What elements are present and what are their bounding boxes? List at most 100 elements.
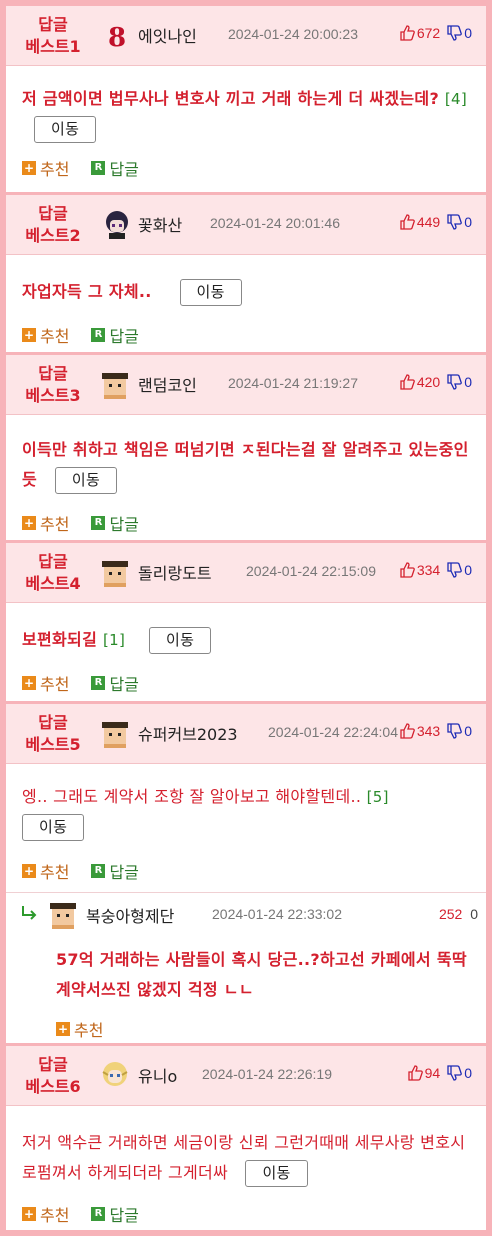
user-nickname[interactable]: 꽃화산 xyxy=(138,212,182,236)
plus-icon: + xyxy=(22,328,36,342)
best-comment-6: 답글 베스트6 유니o 2024-01-24 22:26:19 94 0 저거 … xyxy=(6,1046,486,1230)
up-count: 334 xyxy=(416,562,441,578)
comment-body: 저거 액수큰 거래하면 세금이랑 신뢰 그런거때매 세무사랑 변호시로펌껴서 하… xyxy=(22,1128,472,1188)
thumbs-up-icon[interactable] xyxy=(399,214,415,230)
vote-counts: 334 0 xyxy=(399,562,472,578)
plus-icon: + xyxy=(22,516,36,530)
comment-header: 답글 베스트4 돌리랑도트 2024-01-24 22:15:09 334 0 xyxy=(6,543,486,603)
comment-text: 엥.. 그래도 계약서 조항 잘 알아보고 해야할텐데.. xyxy=(22,787,362,806)
comment-text: 저거 액수큰 거래하면 세금이랑 신뢰 그런거때매 세무사랑 변호시로펌껴서 하… xyxy=(22,1133,466,1182)
reply-label: 답글 xyxy=(109,863,139,882)
up-count: 343 xyxy=(416,723,441,739)
badge-line: 베스트4 xyxy=(25,574,81,593)
move-button[interactable]: 이동 xyxy=(34,116,97,143)
reply-button[interactable]: R 답글 xyxy=(91,511,139,535)
comment-date: 2024-01-24 20:00:23 xyxy=(228,26,358,42)
thumbs-down-icon[interactable] xyxy=(446,25,463,41)
comment-actions: + 추천 R 답글 xyxy=(22,859,139,883)
best-badge: 답글 베스트3 xyxy=(8,363,98,407)
down-count: 0 xyxy=(464,374,472,390)
thumbs-up-icon[interactable] xyxy=(399,562,415,578)
comment-date: 2024-01-24 22:24:04 xyxy=(268,724,398,740)
recommend-label: 추천 xyxy=(40,515,70,534)
thumbs-up-icon[interactable] xyxy=(399,723,415,739)
comment-text: 저 금액이면 법무사나 변호사 끼고 거래 하는게 더 싸겠는데? xyxy=(22,89,440,108)
reply-label: 답글 xyxy=(109,515,139,534)
vote-counts: 449 0 xyxy=(399,214,472,230)
plus-icon: + xyxy=(22,864,36,878)
thumbs-down-icon[interactable] xyxy=(446,1065,463,1081)
reply-label: 답글 xyxy=(109,160,139,179)
thumbs-down-icon[interactable] xyxy=(446,562,463,578)
best-comment-2: 답글 베스트2 꽃화산 2024-01-24 20:01:46 449 0 자업… xyxy=(6,195,486,352)
reply-button[interactable]: R 답글 xyxy=(91,859,139,883)
comment-date: 2024-01-24 20:01:46 xyxy=(210,215,340,231)
down-count: 0 xyxy=(464,723,472,739)
recommend-button[interactable]: + 추천 xyxy=(56,1017,103,1041)
recommend-button[interactable]: + 추천 xyxy=(22,511,69,535)
recommend-label: 추천 xyxy=(40,160,70,179)
up-count: 449 xyxy=(416,214,441,230)
vote-counts: 252 0 xyxy=(439,906,478,922)
down-count: 0 xyxy=(464,1065,472,1081)
move-button[interactable]: 이동 xyxy=(54,467,118,494)
comment-body: 이득만 취하고 책임은 떠넘기면 ㅈ된다는걸 잘 알려주고 있는중인듯 이동 xyxy=(22,435,472,495)
reply-label: 답글 xyxy=(109,1206,139,1225)
anime-avatar-icon xyxy=(106,211,128,239)
badge-line: 베스트3 xyxy=(25,386,81,405)
move-button[interactable]: 이동 xyxy=(179,279,242,306)
blonde-avatar-icon xyxy=(102,1062,128,1086)
plus-icon: + xyxy=(22,1207,36,1221)
user-nickname[interactable]: 복숭아형제단 xyxy=(86,903,174,927)
comment-body: 자업자득 그 자체.. 이동 xyxy=(22,277,472,307)
best-comment-4: 답글 베스트4 돌리랑도트 2024-01-24 22:15:09 334 0 … xyxy=(6,543,486,701)
best-badge: 답글 베스트4 xyxy=(8,551,98,595)
comment-actions: + 추천 R 답글 xyxy=(22,671,139,695)
reply-button[interactable]: R 답글 xyxy=(91,323,139,347)
comment-header: 답글 베스트2 꽃화산 2024-01-24 20:01:46 449 0 xyxy=(6,195,486,255)
comment-actions: + 추천 R 답글 xyxy=(22,1202,139,1226)
reply-actions: + 추천 xyxy=(56,1017,103,1041)
comment-body: 보편화되길 [1] 이동 xyxy=(22,625,472,655)
reply-r-icon: R xyxy=(91,161,106,175)
reply-button[interactable]: R 답글 xyxy=(91,671,139,695)
comment-header: 답글 베스트3 랜덤코인 2024-01-24 21:19:27 420 0 xyxy=(6,355,486,415)
thumbs-up-icon[interactable] xyxy=(407,1065,423,1081)
user-nickname[interactable]: 랜덤코인 xyxy=(138,372,197,396)
comment-list: 답글 베스트1 8 에잇나인 2024-01-24 20:00:23 672 0… xyxy=(6,6,486,1230)
reply-button[interactable]: R 답글 xyxy=(91,1202,139,1226)
recommend-button[interactable]: + 추천 xyxy=(22,1202,69,1226)
move-button[interactable]: 이동 xyxy=(22,814,85,841)
comment-date: 2024-01-24 22:15:09 xyxy=(246,563,376,579)
reply-button[interactable]: R 답글 xyxy=(91,156,139,180)
recommend-button[interactable]: + 추천 xyxy=(22,323,69,347)
recommend-label: 추천 xyxy=(74,1021,104,1040)
move-button[interactable]: 이동 xyxy=(149,627,212,654)
reply-r-icon: R xyxy=(91,864,106,878)
thumbs-up-icon[interactable] xyxy=(399,25,415,41)
reply-count: [5] xyxy=(366,788,389,806)
thumbs-down-icon[interactable] xyxy=(446,374,463,390)
user-nickname[interactable]: 유니o xyxy=(138,1063,177,1087)
pixel-avatar-icon xyxy=(50,903,76,929)
reply-body: 57억 거래하는 사람들이 혹시 당근..?하고선 카페에서 뚝딱 계약서쓰진 … xyxy=(56,945,472,1005)
up-count: 252 xyxy=(438,906,463,922)
thumbs-down-icon[interactable] xyxy=(446,723,463,739)
move-button[interactable]: 이동 xyxy=(245,1160,308,1187)
best-badge: 답글 베스트1 xyxy=(8,14,98,58)
pixel-avatar-icon xyxy=(102,373,128,399)
recommend-button[interactable]: + 추천 xyxy=(22,671,69,695)
reply-count: [1] xyxy=(102,631,126,649)
comment-header: 답글 베스트6 유니o 2024-01-24 22:26:19 94 0 xyxy=(6,1046,486,1106)
user-nickname[interactable]: 에잇나인 xyxy=(138,23,197,47)
user-nickname[interactable]: 슈퍼커브2023 xyxy=(138,721,238,745)
badge-line: 답글 xyxy=(38,15,68,34)
reply-label: 답글 xyxy=(109,675,139,694)
thumbs-down-icon[interactable] xyxy=(446,214,463,230)
recommend-button[interactable]: + 추천 xyxy=(22,156,69,180)
comment-actions: + 추천 R 답글 xyxy=(22,511,139,535)
user-nickname[interactable]: 돌리랑도트 xyxy=(138,560,212,584)
badge-line: 답글 xyxy=(38,552,68,571)
recommend-button[interactable]: + 추천 xyxy=(22,859,69,883)
thumbs-up-icon[interactable] xyxy=(399,374,415,390)
